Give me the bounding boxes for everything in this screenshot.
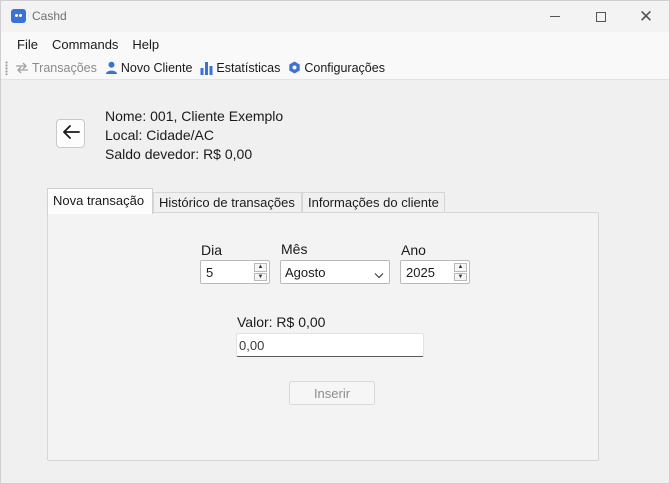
statistics-label: Estatísticas xyxy=(216,60,281,75)
arrow-left-icon xyxy=(62,124,80,143)
minimize-button[interactable] xyxy=(532,1,578,32)
tab-client-info[interactable]: Informações do cliente xyxy=(302,192,445,213)
gear-icon xyxy=(288,61,301,74)
minimize-icon xyxy=(550,16,560,17)
client-location: Local: Cidade/AC xyxy=(105,127,214,143)
app-logo-icon xyxy=(11,9,26,23)
maximize-icon xyxy=(596,11,606,22)
back-button[interactable] xyxy=(56,119,85,148)
maximize-button[interactable] xyxy=(578,1,624,32)
transfer-icon xyxy=(15,62,29,74)
year-spinbox[interactable]: 2025 ▲ ▼ xyxy=(400,260,470,284)
settings-button[interactable]: Configurações xyxy=(288,61,385,75)
client-info: Nome: 001, Cliente Exemplo Local: Cidade… xyxy=(105,107,283,164)
day-decrement-icon[interactable]: ▼ xyxy=(254,272,267,281)
insert-button[interactable]: Inserir xyxy=(289,381,375,405)
tab-new-transaction[interactable]: Nova transação xyxy=(47,188,153,214)
amount-label: Valor: R$ 0,00 xyxy=(237,314,326,330)
day-spin-arrows: ▲ ▼ xyxy=(254,263,267,281)
close-button[interactable]: ✕ xyxy=(623,1,669,32)
app-window: Cashd ✕ File Commands Help Transações No… xyxy=(0,0,670,484)
client-balance: Saldo devedor: R$ 0,00 xyxy=(105,146,253,162)
month-label: Mês xyxy=(281,241,308,257)
settings-label: Configurações xyxy=(304,60,385,75)
statistics-button[interactable]: Estatísticas xyxy=(200,61,280,75)
day-spinbox[interactable]: 5 ▲ ▼ xyxy=(200,260,270,284)
bar-chart-icon xyxy=(200,61,213,75)
year-decrement-icon[interactable]: ▼ xyxy=(454,272,467,281)
client-name: Nome: 001, Cliente Exemplo xyxy=(105,108,284,124)
title-bar: Cashd ✕ xyxy=(1,1,669,32)
new-client-label: Novo Cliente xyxy=(120,60,193,75)
window-title: Cashd xyxy=(32,9,67,23)
month-select[interactable]: Agosto xyxy=(280,260,390,284)
chevron-down-icon xyxy=(374,267,384,282)
year-spin-arrows: ▲ ▼ xyxy=(454,263,467,281)
tab-transaction-history[interactable]: Histórico de transações xyxy=(153,192,302,213)
person-icon xyxy=(105,61,118,74)
day-value: 5 xyxy=(206,265,214,280)
year-increment-icon[interactable]: ▲ xyxy=(454,263,467,272)
toolbar-grip[interactable] xyxy=(5,60,8,75)
month-value: Agosto xyxy=(285,265,326,280)
close-icon: ✕ xyxy=(638,7,654,26)
menu-bar: File Commands Help xyxy=(1,32,669,56)
toolbar: Transações Novo Cliente Estatísticas Con… xyxy=(1,56,669,80)
transactions-button[interactable]: Transações xyxy=(15,61,97,75)
day-label: Dia xyxy=(201,242,223,258)
day-increment-icon[interactable]: ▲ xyxy=(254,263,267,272)
amount-input[interactable]: 0,00 xyxy=(236,333,424,357)
year-value: 2025 xyxy=(406,265,435,280)
new-client-button[interactable]: Novo Cliente xyxy=(105,60,193,75)
year-label: Ano xyxy=(401,242,426,258)
amount-value: 0,00 xyxy=(239,338,265,353)
transactions-label: Transações xyxy=(32,60,97,75)
menu-help[interactable]: Help xyxy=(125,37,166,52)
menu-commands[interactable]: Commands xyxy=(45,37,125,52)
menu-file[interactable]: File xyxy=(10,37,45,52)
